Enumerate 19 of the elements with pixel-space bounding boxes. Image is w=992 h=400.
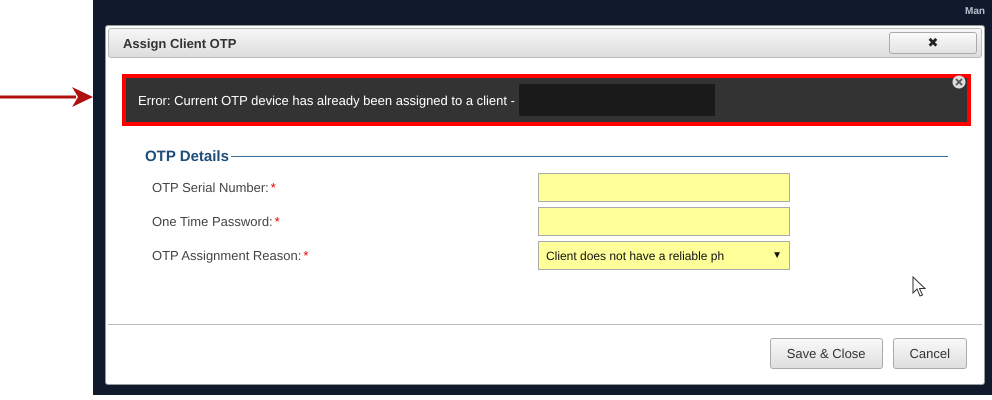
- field-label: One Time Password:: [152, 214, 273, 229]
- close-icon[interactable]: [952, 75, 966, 89]
- dropdown[interactable]: Client does not have a reliable ph ▼: [538, 241, 790, 270]
- error-message: Error: Current OTP device has already been assigned to a client -: [138, 92, 515, 108]
- mouse-cursor-icon: [912, 276, 926, 298]
- arrow-icon: [0, 85, 94, 109]
- dialog-button[interactable]: Cancel: [892, 338, 967, 369]
- input-field[interactable]: [538, 207, 790, 236]
- required-marker: *: [274, 214, 280, 229]
- required-marker: *: [270, 180, 276, 195]
- required-marker: *: [303, 248, 308, 263]
- section-title: OTP Details: [145, 148, 229, 165]
- field-label: OTP Serial Number:: [152, 180, 269, 195]
- header-text: Man: [965, 6, 985, 17]
- field-label: OTP Assignment Reason:: [152, 248, 302, 263]
- dialog-button[interactable]: Save & Close: [770, 338, 883, 369]
- close-button[interactable]: ✖: [889, 32, 977, 54]
- dialog-title: Assign Client OTP: [123, 36, 236, 50]
- input-field[interactable]: [538, 173, 790, 202]
